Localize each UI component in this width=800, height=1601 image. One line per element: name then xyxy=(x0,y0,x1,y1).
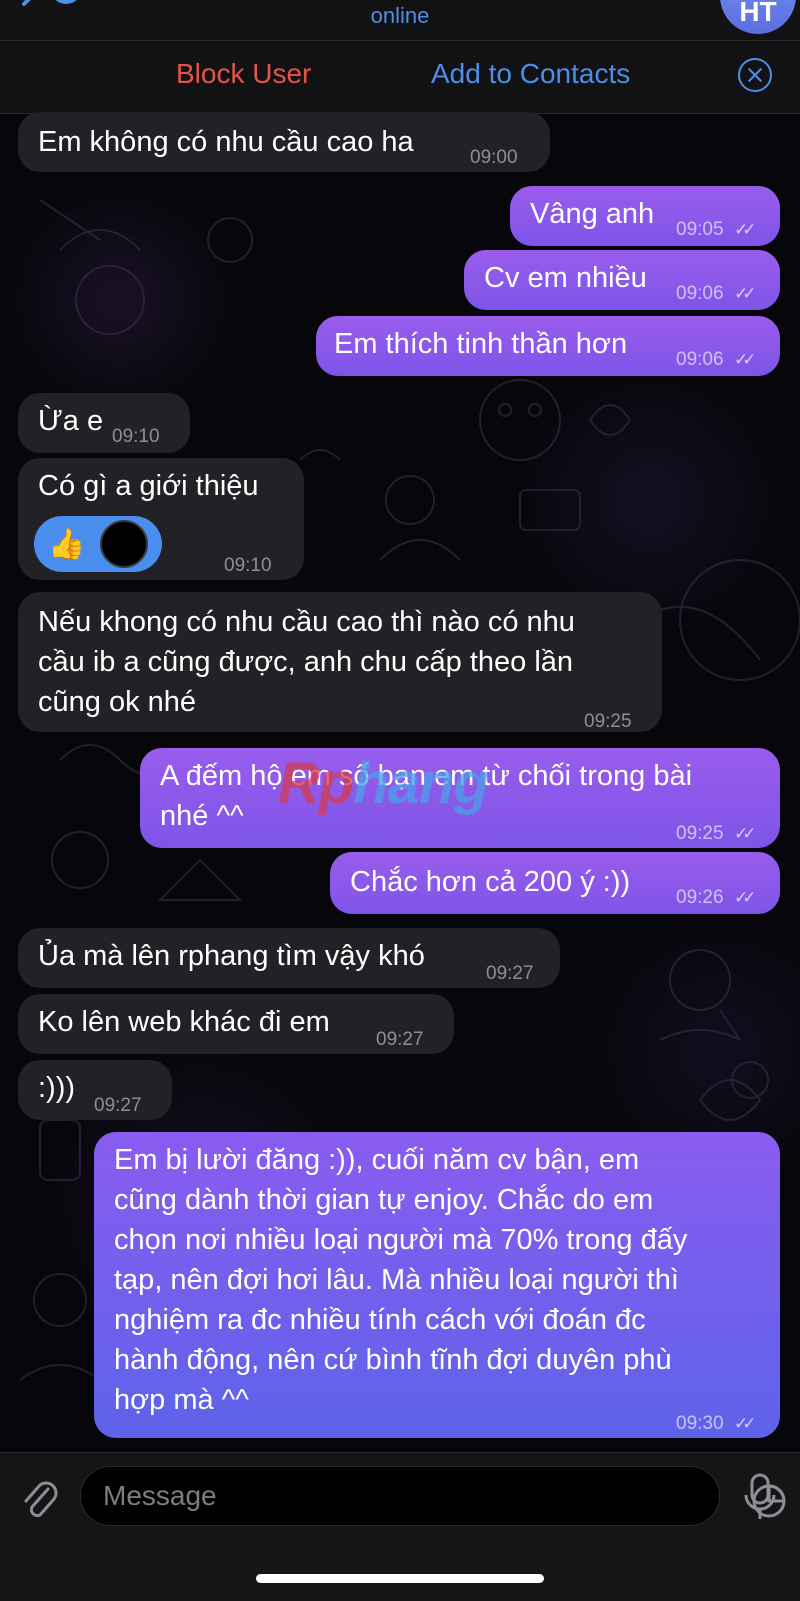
message-input[interactable]: Message xyxy=(80,1466,786,1526)
read-checkmarks-icon: ✓✓ xyxy=(734,1414,756,1433)
block-user-button[interactable]: Block User xyxy=(176,58,311,90)
message-line: nhé ^^ xyxy=(160,800,244,832)
message-time: 09:25 xyxy=(584,711,632,732)
message-text: Ko lên web khác đi em xyxy=(38,1006,330,1038)
message-incoming[interactable]: Ủa mà lên rphang tìm vậy khó 09:27 xyxy=(18,928,560,988)
message-outgoing[interactable]: Cv em nhiều 09:06 ✓✓ xyxy=(464,250,780,310)
message-text: Cv em nhiều xyxy=(484,262,647,294)
read-checkmarks-icon: ✓✓ xyxy=(734,350,756,369)
message-line: Nếu khong có nhu cầu cao thì nào có nhu xyxy=(38,606,575,638)
thumbs-up-icon: 👍 xyxy=(48,528,86,561)
message-text: :))) xyxy=(38,1072,76,1104)
message-text: Chắc hơn cả 200 ý :)) xyxy=(350,866,631,898)
message-time: 09:06 xyxy=(676,349,724,370)
message-incoming[interactable]: Ko lên web khác đi em 09:27 xyxy=(18,994,454,1054)
message-outgoing[interactable]: Em bị lười đăng :)), cuối năm cv bận, em… xyxy=(94,1132,780,1438)
message-incoming[interactable]: Em không có nhu cầu cao ha 09:00 xyxy=(18,112,550,172)
read-checkmarks-icon: ✓✓ xyxy=(734,220,756,239)
read-checkmarks-icon: ✓✓ xyxy=(734,888,756,907)
message-line: chọn nơi nhiều loại người mà 70% trong đ… xyxy=(114,1224,688,1256)
microphone-icon[interactable] xyxy=(742,1473,778,1523)
message-outgoing[interactable]: Chắc hơn cả 200 ý :)) 09:26 ✓✓ xyxy=(330,852,780,914)
home-indicator[interactable] xyxy=(256,1574,544,1583)
message-placeholder: Message xyxy=(103,1480,217,1511)
reaction-badge[interactable]: 👍 xyxy=(34,516,162,572)
top-bar: online HT Block User Add to Contacts xyxy=(0,0,800,114)
message-text: Em không có nhu cầu cao ha xyxy=(38,126,414,158)
close-icon[interactable] xyxy=(738,58,772,92)
message-time: 09:30 xyxy=(676,1413,724,1434)
read-checkmarks-icon: ✓✓ xyxy=(734,284,756,303)
message-time: 09:00 xyxy=(470,147,518,168)
message-time: 09:10 xyxy=(112,426,160,447)
message-outgoing[interactable]: Em thích tinh thần hơn 09:06 ✓✓ xyxy=(316,316,780,376)
message-line: hành động, nên cứ bình tĩnh đợi duyên ph… xyxy=(114,1344,672,1376)
message-text: Vâng anh xyxy=(530,198,655,230)
message-incoming[interactable]: :))) 09:27 xyxy=(18,1060,172,1120)
message-incoming[interactable]: Có gì a giới thiệu 👍 09:10 xyxy=(18,458,304,580)
message-time: 09:27 xyxy=(376,1029,424,1050)
watermark-logo: Rphang xyxy=(278,751,489,816)
message-text: Em thích tinh thần hơn xyxy=(334,328,628,360)
read-checkmarks-icon: ✓✓ xyxy=(734,824,756,843)
contact-status: online xyxy=(370,3,430,28)
message-time: 09:27 xyxy=(94,1095,142,1116)
message-time: 09:25 xyxy=(676,823,724,844)
message-text: Ủa mà lên rphang tìm vậy khó xyxy=(38,940,425,972)
message-time: 09:06 xyxy=(676,283,724,304)
message-line: cũng dành thời gian tự enjoy. Chắc do em xyxy=(114,1184,654,1216)
message-time: 09:05 xyxy=(676,219,724,240)
message-line: hợp mà ^^ xyxy=(114,1384,249,1416)
message-line: Em bị lười đăng :)), cuối năm cv bận, em xyxy=(114,1144,640,1176)
message-line: nghiệm ra đc nhiều tính cách với đoán đc xyxy=(114,1304,646,1336)
message-time: 09:10 xyxy=(224,555,272,576)
message-text: Có gì a giới thiệu xyxy=(38,470,259,502)
message-line: cầu ib a cũng được, anh chu cấp theo lần xyxy=(38,646,574,678)
message-time: 09:27 xyxy=(486,963,534,984)
message-time: 09:26 xyxy=(676,887,724,908)
message-outgoing[interactable]: Vâng anh 09:05 ✓✓ xyxy=(510,186,780,246)
message-line: tạp, nên đợi hơi lâu. Mà nhiều loại ngườ… xyxy=(114,1264,679,1296)
message-text: Ừa e xyxy=(38,405,104,437)
message-incoming[interactable]: Nếu khong có nhu cầu cao thì nào có nhu … xyxy=(18,592,662,732)
paperclip-icon[interactable] xyxy=(20,1477,60,1525)
add-to-contacts-button[interactable]: Add to Contacts xyxy=(431,58,630,90)
reactor-avatar xyxy=(100,520,148,568)
divider xyxy=(0,40,800,41)
message-incoming[interactable]: Ừa e 09:10 xyxy=(18,393,190,453)
message-line: cũng ok nhé xyxy=(38,686,197,718)
